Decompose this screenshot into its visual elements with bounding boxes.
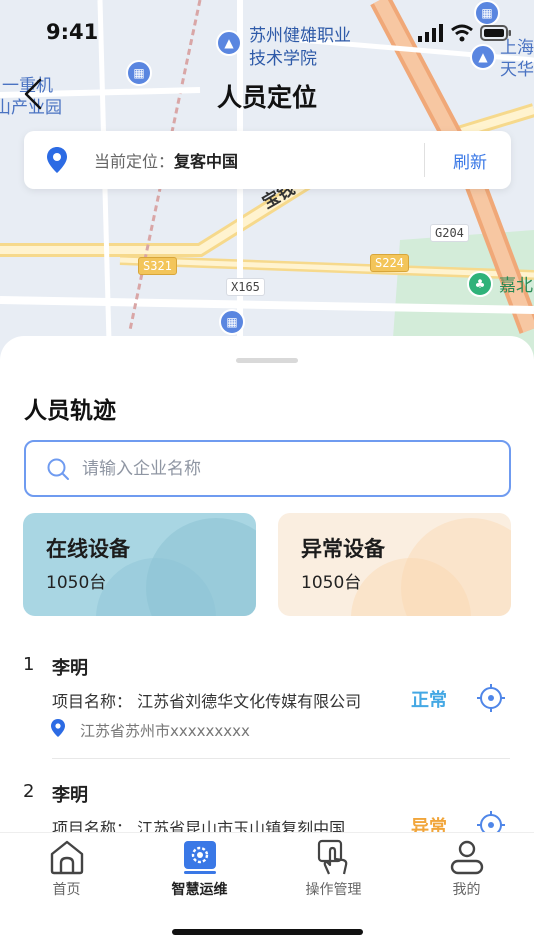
tab-operation-management[interactable]: 操作管理 — [267, 833, 400, 913]
home-indicator — [172, 929, 363, 935]
divider — [52, 758, 510, 759]
status-time: 9:41 — [46, 20, 99, 44]
location-pin-icon — [47, 147, 67, 173]
battery-icon — [480, 25, 511, 41]
road-tag: X165 — [226, 278, 265, 296]
user-icon — [450, 840, 484, 875]
online-devices-label: 在线设备 — [46, 537, 130, 561]
tab-label: 首页 — [52, 882, 81, 898]
project-name: 项目名称： 江苏省刘德华文化传媒有限公司 — [52, 692, 362, 711]
status-badge: 正常 — [411, 690, 447, 711]
abnormal-devices-count: 1050台 — [301, 573, 362, 593]
tab-home[interactable]: 首页 — [0, 833, 133, 913]
map-label: 嘉北 — [499, 276, 533, 296]
home-icon — [50, 840, 84, 875]
abnormal-devices-card[interactable]: 异常设备 1050台 — [278, 513, 511, 616]
online-devices-count: 1050台 — [46, 573, 107, 593]
search-box[interactable] — [24, 440, 511, 497]
park-poi-icon[interactable]: ♣ — [467, 271, 493, 297]
wifi-icon — [451, 24, 473, 42]
personnel-track-sheet: 人员轨迹 在线设备 1050台 异常设备 1050台 1 李明 项目名称： 江苏… — [0, 336, 534, 836]
search-input[interactable] — [82, 458, 462, 479]
divider — [424, 143, 425, 177]
online-devices-card[interactable]: 在线设备 1050台 — [23, 513, 256, 616]
sheet-drag-handle[interactable] — [236, 358, 298, 363]
person-name: 李明 — [52, 658, 88, 679]
tab-label: 操作管理 — [305, 882, 362, 898]
refresh-button[interactable]: 刷新 — [453, 148, 487, 173]
road-tag: G204 — [430, 224, 469, 242]
item-index: 1 — [23, 654, 35, 675]
tab-label: 智慧运维 — [171, 882, 228, 898]
status-bar: 9:41 — [0, 0, 534, 62]
gear-icon — [184, 841, 216, 874]
person-address: 江苏省苏州市xxxxxxxxx — [80, 722, 250, 740]
sheet-title: 人员轨迹 — [24, 398, 116, 424]
person-name: 李明 — [52, 785, 88, 806]
current-location-card: 当前定位： 复客中国 刷新 — [24, 131, 511, 189]
road-tag: S321 — [138, 257, 177, 275]
page-title: 人员定位 — [216, 83, 317, 112]
abnormal-devices-label: 异常设备 — [301, 537, 385, 561]
search-icon — [47, 458, 69, 480]
locate-target-icon[interactable] — [476, 683, 506, 713]
road-tag: S224 — [370, 254, 409, 272]
hand-tap-icon — [317, 839, 348, 875]
tab-mine[interactable]: 我的 — [400, 833, 533, 913]
cellular-signal-icon — [418, 24, 443, 42]
location-pin-icon — [51, 719, 65, 737]
tab-label: 我的 — [452, 882, 481, 898]
tab-smart-ops[interactable]: 智慧运维 — [133, 833, 266, 913]
location-value: 复客中国 — [174, 152, 239, 171]
building-poi-icon[interactable]: ▦ — [219, 309, 245, 335]
location-prefix: 当前定位： — [94, 152, 175, 171]
item-index: 2 — [23, 781, 35, 802]
